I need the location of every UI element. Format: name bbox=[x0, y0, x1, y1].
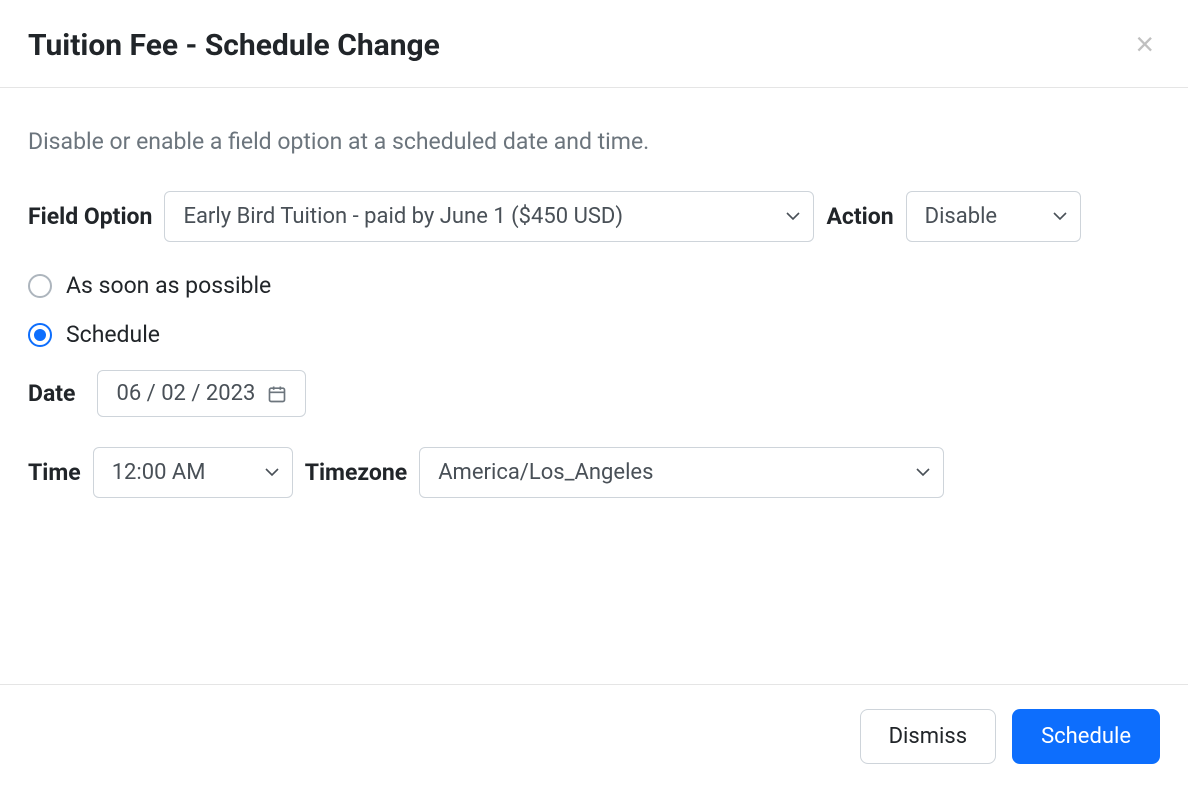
dismiss-button[interactable]: Dismiss bbox=[860, 709, 997, 764]
modal-header: Tuition Fee - Schedule Change × bbox=[0, 0, 1188, 88]
radio-schedule-label: Schedule bbox=[66, 321, 160, 348]
time-label: Time bbox=[28, 459, 81, 486]
schedule-button[interactable]: Schedule bbox=[1012, 709, 1160, 764]
radio-asap-label: As soon as possible bbox=[66, 272, 271, 299]
close-icon: × bbox=[1135, 26, 1154, 62]
timezone-select[interactable]: America/Los_Angeles bbox=[419, 447, 944, 498]
time-row: Time 12:00 AM Timezone America/Los_Angel… bbox=[28, 447, 1160, 498]
radio-button-icon bbox=[28, 274, 52, 298]
modal-footer: Dismiss Schedule bbox=[0, 684, 1188, 788]
radio-asap[interactable]: As soon as possible bbox=[28, 272, 1160, 299]
modal-description: Disable or enable a field option at a sc… bbox=[28, 128, 1160, 155]
field-option-select[interactable]: Early Bird Tuition - paid by June 1 ($45… bbox=[164, 191, 814, 242]
timing-radio-group: As soon as possible Schedule bbox=[28, 272, 1160, 348]
action-select-wrap: Disable bbox=[906, 191, 1081, 242]
radio-button-icon bbox=[28, 323, 52, 347]
radio-schedule[interactable]: Schedule bbox=[28, 321, 1160, 348]
modal-title: Tuition Fee - Schedule Change bbox=[28, 28, 440, 63]
date-input[interactable]: 06 / 02 / 2023 bbox=[97, 370, 306, 417]
date-label: Date bbox=[28, 380, 75, 407]
field-action-row: Field Option Early Bird Tuition - paid b… bbox=[28, 191, 1160, 242]
time-select-wrap: 12:00 AM bbox=[93, 447, 293, 498]
field-option-select-wrap: Early Bird Tuition - paid by June 1 ($45… bbox=[164, 191, 814, 242]
date-value: 06 / 02 / 2023 bbox=[116, 381, 255, 406]
time-select[interactable]: 12:00 AM bbox=[93, 447, 293, 498]
date-row: Date 06 / 02 / 2023 bbox=[28, 370, 1160, 417]
close-button[interactable]: × bbox=[1129, 28, 1160, 60]
action-label: Action bbox=[826, 203, 893, 230]
timezone-select-wrap: America/Los_Angeles bbox=[419, 447, 944, 498]
modal-body: Disable or enable a field option at a sc… bbox=[0, 88, 1188, 684]
schedule-change-modal: Tuition Fee - Schedule Change × Disable … bbox=[0, 0, 1188, 788]
action-select[interactable]: Disable bbox=[906, 191, 1081, 242]
field-option-label: Field Option bbox=[28, 203, 152, 230]
timezone-label: Timezone bbox=[305, 459, 408, 486]
calendar-icon bbox=[267, 384, 287, 404]
